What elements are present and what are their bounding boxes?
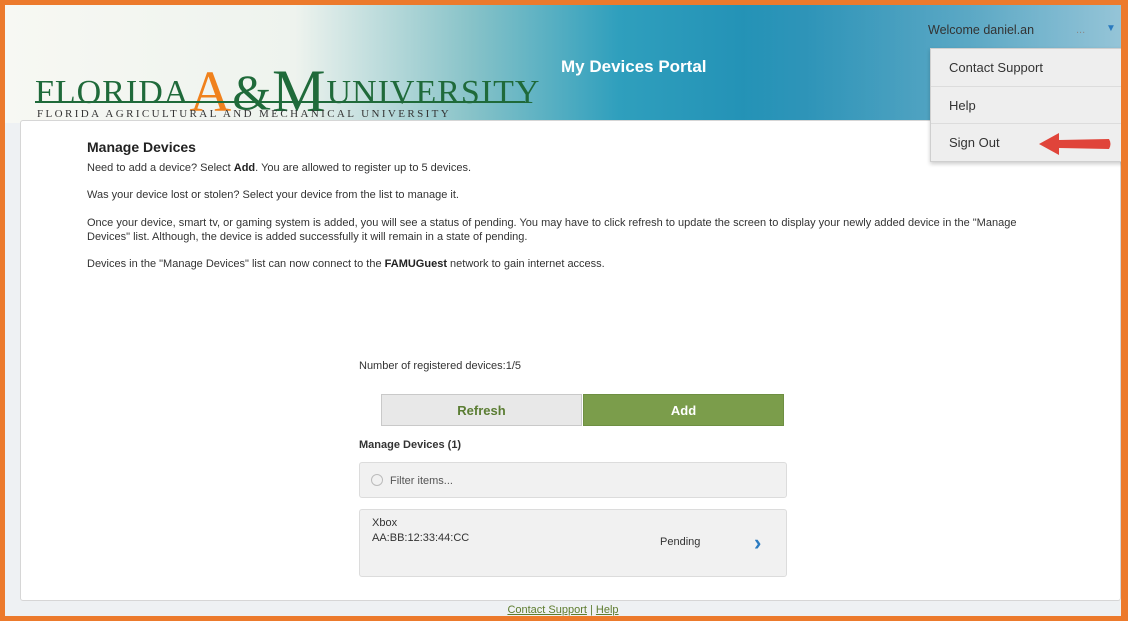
add-instruction: Need to add a device? Select Add. You ar… <box>87 162 472 174</box>
filter-input[interactable] <box>388 471 772 491</box>
logo-word-university: UNIVERSITY <box>326 74 541 111</box>
logo-divider <box>35 101 525 103</box>
red-arrow-icon <box>1039 133 1111 155</box>
add-button[interactable]: Add <box>583 394 784 426</box>
filter-box <box>359 462 787 498</box>
manage-devices-panel: Manage Devices Need to add a device? Sel… <box>20 120 1121 601</box>
ellipsis-text: ... <box>1076 24 1086 36</box>
menu-item-help[interactable]: Help <box>931 86 1121 123</box>
instructions: Manage Devices Need to add a device? Sel… <box>87 139 1047 284</box>
footer-links: Contact Support | Help <box>5 604 1121 616</box>
device-list-title: Manage Devices (1) <box>359 439 462 451</box>
device-name: Xbox <box>372 517 398 529</box>
registered-count: Number of registered devices:1/5 <box>359 360 522 372</box>
search-icon <box>371 474 383 486</box>
pending-instruction: Once your device, smart tv, or gaming sy… <box>87 216 1017 243</box>
screenshot-frame: FLORIDAA&MUNIVERSITY FLORIDA AGRICULTURA… <box>0 0 1128 621</box>
device-status: Pending <box>660 536 701 548</box>
device-list-item[interactable]: Xbox AA:BB:12:33:44:CC Pending › <box>359 509 787 577</box>
chevron-right-icon[interactable]: › <box>754 532 761 554</box>
portal-title: My Devices Portal <box>561 57 707 76</box>
logo-word-florida: FLORIDA <box>35 74 190 111</box>
logo-subtitle: FLORIDA AGRICULTURAL AND MECHANICAL UNIV… <box>37 108 452 120</box>
caret-down-icon[interactable]: ▼ <box>1106 23 1116 34</box>
welcome-text: Welcome daniel.an <box>928 23 1035 37</box>
lost-instruction: Was your device lost or stolen? Select y… <box>87 189 459 202</box>
footer-contact-link[interactable]: Contact Support <box>507 604 587 616</box>
menu-item-contact-support[interactable]: Contact Support <box>931 49 1121 86</box>
famu-logo: FLORIDAA&MUNIVERSITY FLORIDA AGRICULTURA… <box>35 39 539 124</box>
refresh-button[interactable]: Refresh <box>381 394 582 426</box>
user-menu-toggle[interactable]: Welcome daniel.an ... ▼ <box>928 15 1121 47</box>
page-title: Manage Devices <box>87 139 196 155</box>
network-instruction: Devices in the "Manage Devices" list can… <box>87 258 605 271</box>
footer-help-link[interactable]: Help <box>596 604 619 616</box>
footer-separator: | <box>586 604 596 616</box>
device-mac: AA:BB:12:33:44:CC <box>372 532 470 544</box>
